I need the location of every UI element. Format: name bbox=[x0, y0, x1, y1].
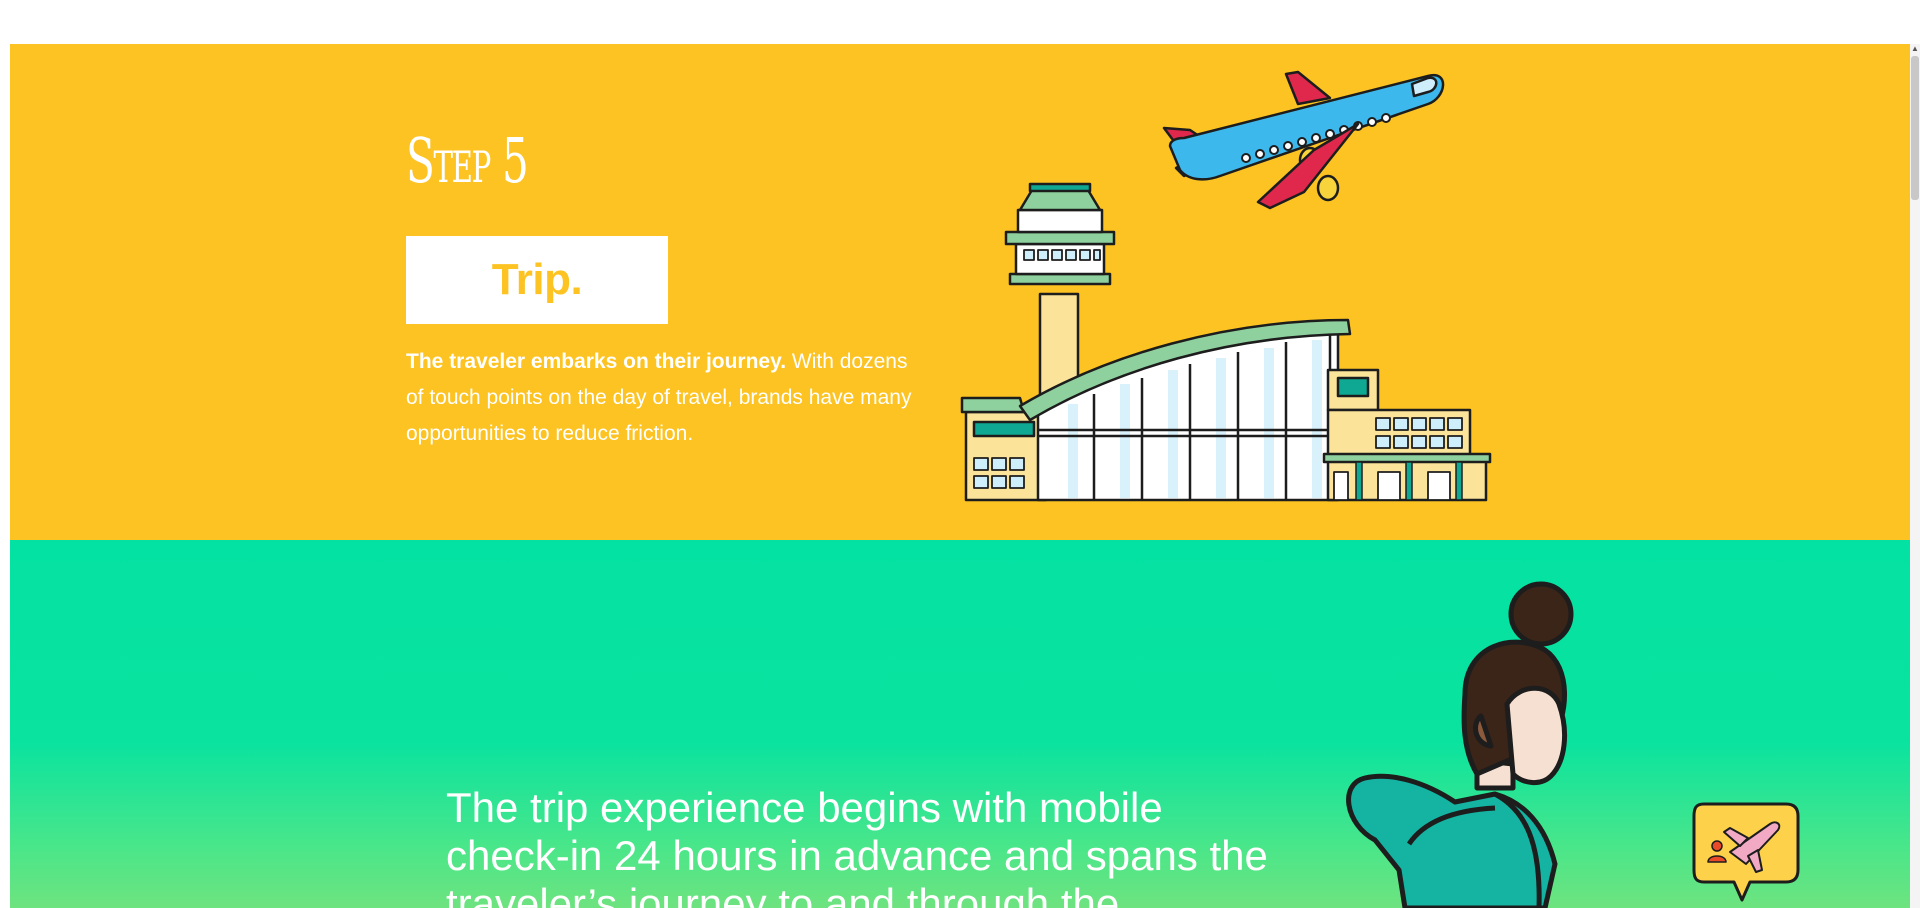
airport-illustration bbox=[960, 70, 1492, 502]
terminal-right-block bbox=[1322, 368, 1492, 502]
step-description-lead: The traveler embarks on their journey. bbox=[406, 350, 787, 373]
scroll-up-arrow-icon[interactable]: ▲ bbox=[1910, 44, 1920, 54]
trip-intro-text: The trip experience begins with mobile c… bbox=[446, 784, 1268, 908]
step-label: Step 5 bbox=[406, 124, 529, 197]
step-title-box: Trip. bbox=[406, 236, 668, 324]
step-title: Trip. bbox=[491, 255, 583, 304]
flight-chat-bubble-icon bbox=[1692, 802, 1800, 902]
step-description: The traveler embarks on their journey. W… bbox=[406, 344, 926, 452]
page: Step 5 Trip. The traveler embarks on the… bbox=[0, 0, 1920, 908]
traveler-illustration bbox=[1346, 581, 1574, 908]
airplane-icon bbox=[1162, 70, 1445, 210]
scrollbar-thumb[interactable] bbox=[1911, 56, 1919, 200]
